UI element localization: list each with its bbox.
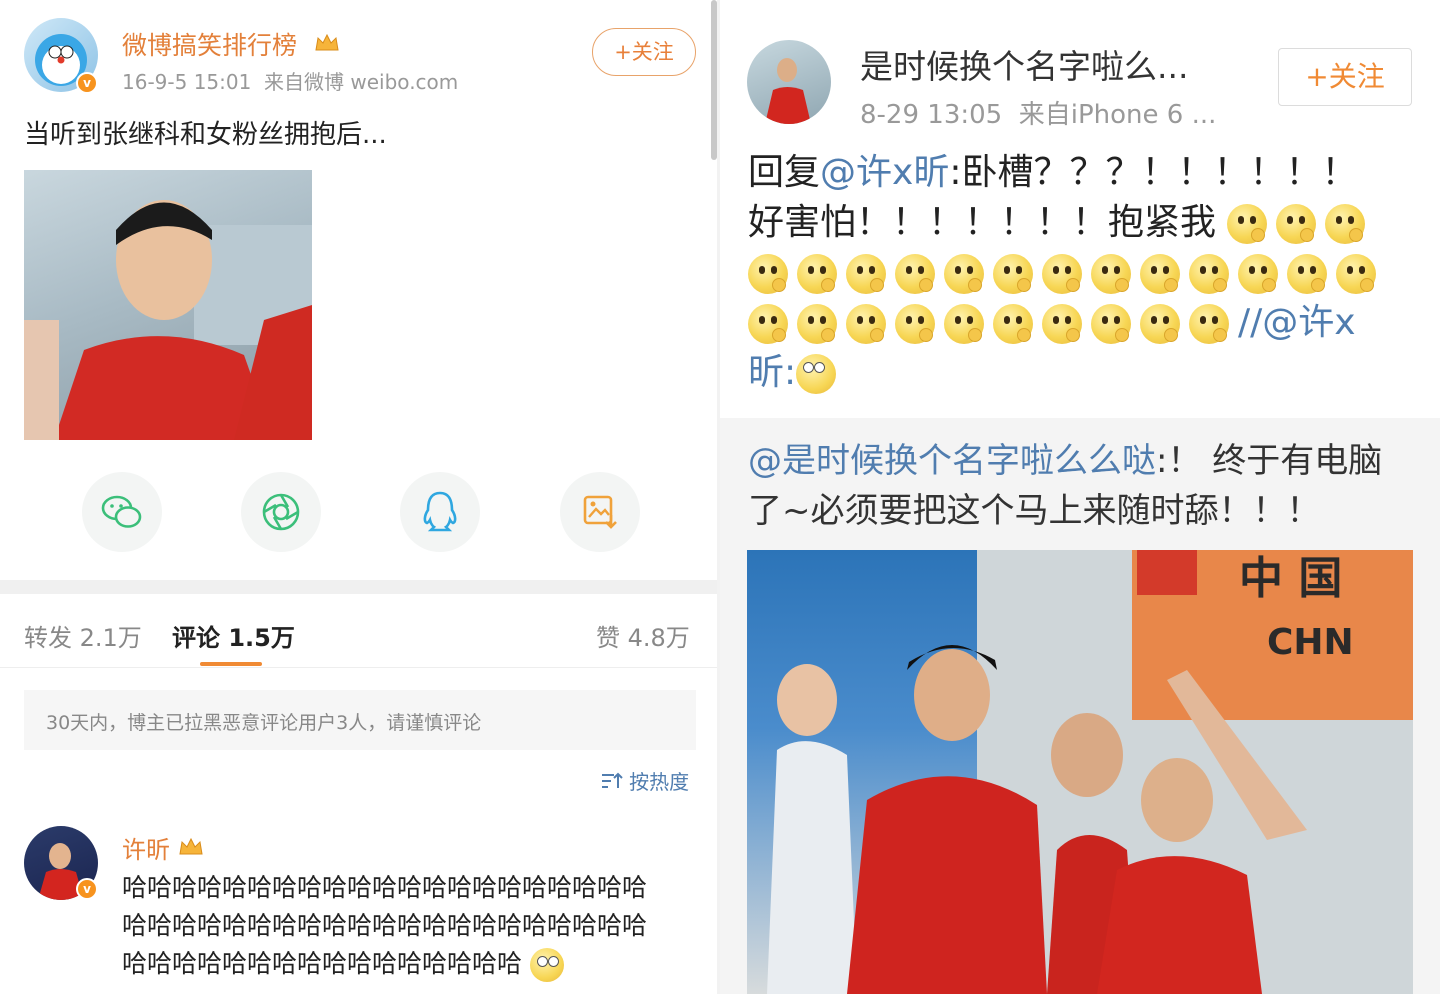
right-post-meta: 8-29 13:05 来自iPhone 6 ... xyxy=(860,100,1217,130)
share-wechat-button[interactable] xyxy=(82,472,162,552)
tab-like[interactable]: 赞 4.8万 xyxy=(596,618,690,653)
thinking-emoji-icon xyxy=(944,254,984,294)
commenter-name[interactable]: 许昕 xyxy=(122,830,170,865)
forward-mention-link[interactable]: //@许x xyxy=(1238,302,1356,343)
tab-comment[interactable]: 评论 1.5万 xyxy=(172,618,295,653)
commenter-verified-badge-icon: v xyxy=(76,878,98,900)
moments-icon xyxy=(262,493,300,531)
sort-button[interactable]: 按热度 xyxy=(600,766,689,796)
wechat-icon xyxy=(101,495,142,528)
save-image-icon xyxy=(583,495,617,529)
eye-roll-emoji-icon xyxy=(529,948,564,982)
thinking-emoji-icon xyxy=(895,254,935,294)
right-post-panel: 是时候换个名字啦么... 8-29 13:05 来自iPhone 6 ... +… xyxy=(720,0,1440,994)
reply-line-1: 回复@许x昕:卧槽？？？！！！！！！ xyxy=(748,148,1428,198)
quoted-text: @是时候换个名字啦么么哒:！ 终于有电脑 了~必须要把这个马上来随时舔！！！ xyxy=(748,436,1382,536)
quoted-text-2: 了~必须要把这个马上来随时舔！！！ xyxy=(748,491,1321,531)
post-meta: 16-9-5 15:01 来自微博 weibo.com xyxy=(122,70,459,94)
emoji-row-2: //@许x xyxy=(748,298,1428,348)
thinking-emoji-icon xyxy=(1091,254,1131,294)
banner-text: 中 国 xyxy=(1239,553,1343,604)
thinking-emoji-icon xyxy=(1189,304,1229,344)
thinking-emoji-icon xyxy=(1091,304,1131,344)
comment-line-2: 哈哈哈哈哈哈哈哈哈哈哈哈哈哈哈哈哈哈哈哈哈 xyxy=(122,911,648,940)
reply-body: 回复@许x昕:卧槽？？？！！！！！！ 好害怕！！！！！！！抱紧我 //@许x 昕… xyxy=(748,148,1428,398)
emoji-row-1 xyxy=(748,248,1428,298)
eye-roll-emoji-icon xyxy=(796,354,837,394)
thinking-emoji-icon xyxy=(1042,254,1082,294)
quoted-image[interactable]: 中 国 CHN xyxy=(747,550,1413,994)
quoted-post[interactable]: @是时候换个名字啦么么哒:！ 终于有电脑 了~必须要把这个马上来随时舔！！！ 中… xyxy=(720,418,1440,994)
thinking-emoji-icon xyxy=(846,304,886,344)
tab-repost[interactable]: 转发 2.1万 xyxy=(24,618,142,653)
thinking-emoji-icon xyxy=(1276,204,1317,244)
thinking-emoji-icon xyxy=(895,304,935,344)
comment-notice: 30天内，博主已拉黑恶意评论用户3人，请谨慎评论 xyxy=(24,690,696,750)
reply-mention-link[interactable]: @许x昕 xyxy=(820,152,949,193)
right-author-avatar[interactable] xyxy=(747,40,831,124)
scrollbar[interactable] xyxy=(711,0,717,160)
left-post-panel: v 微博搞笑排行榜 16-9-5 15:01 来自微博 weibo.com +关… xyxy=(0,0,718,994)
author-name[interactable]: 微博搞笑排行榜 xyxy=(122,26,297,62)
section-separator xyxy=(0,580,718,594)
sort-icon xyxy=(600,771,624,791)
thinking-emoji-icon xyxy=(1140,254,1180,294)
reply-line-2: 好害怕！！！！！！！抱紧我 xyxy=(748,198,1428,248)
thinking-emoji-icon xyxy=(1238,254,1278,294)
forward-mention-tail[interactable]: 昕: xyxy=(748,352,796,393)
thinking-emoji-icon xyxy=(993,254,1033,294)
tab-active-indicator xyxy=(200,662,262,666)
thinking-emoji-icon xyxy=(1042,304,1082,344)
crown-icon xyxy=(314,32,340,54)
thinking-emoji-icon xyxy=(1140,304,1180,344)
share-moments-button[interactable] xyxy=(241,472,321,552)
thinking-emoji-icon xyxy=(748,304,788,344)
commenter-crown-icon xyxy=(178,836,204,858)
thinking-emoji-icon xyxy=(1227,204,1268,244)
right-author-name[interactable]: 是时候换个名字啦么... xyxy=(860,40,1188,88)
quoted-text-1: :！ 终于有电脑 xyxy=(1156,441,1383,481)
reply-prefix: 回复 xyxy=(748,152,821,193)
right-follow-button[interactable]: +关注 xyxy=(1278,48,1412,106)
follow-button[interactable]: +关注 xyxy=(592,28,696,76)
thinking-emoji-icon xyxy=(797,254,837,294)
thinking-emoji-icon xyxy=(748,254,788,294)
comment-line-3: 哈哈哈哈哈哈哈哈哈哈哈哈哈哈哈哈 xyxy=(122,944,564,982)
thinking-emoji-icon xyxy=(1287,254,1327,294)
quoted-mention-link[interactable]: @是时候换个名字啦么么哒 xyxy=(748,441,1156,481)
banner-code: CHN xyxy=(1267,622,1354,663)
thinking-emoji-icon xyxy=(993,304,1033,344)
notice-text: 30天内，博主已拉黑恶意评论用户3人，请谨慎评论 xyxy=(46,712,482,734)
post-image[interactable] xyxy=(24,170,312,440)
qq-icon xyxy=(423,491,457,532)
thinking-emoji-icon xyxy=(944,304,984,344)
reply-text: :卧槽？？？！！！！！！ xyxy=(949,152,1358,193)
reply-line-5: 昕: xyxy=(748,348,1428,398)
sort-label: 按热度 xyxy=(629,770,690,794)
comment-line-3-text: 哈哈哈哈哈哈哈哈哈哈哈哈哈哈哈哈 xyxy=(122,949,523,978)
reply-line-2-text: 好害怕！！！！！！！抱紧我 xyxy=(748,202,1217,243)
comment-line-1: 哈哈哈哈哈哈哈哈哈哈哈哈哈哈哈哈哈哈哈哈哈 xyxy=(122,873,648,902)
interaction-tabs: 转发 2.1万 评论 1.5万 赞 4.8万 xyxy=(0,596,718,668)
save-image-button[interactable] xyxy=(560,472,640,552)
share-qq-button[interactable] xyxy=(400,472,480,552)
thinking-emoji-icon xyxy=(797,304,837,344)
verified-badge-icon: v xyxy=(76,72,98,94)
thinking-emoji-icon xyxy=(1325,204,1366,244)
post-text: 当听到张继科和女粉丝拥抱后... xyxy=(24,120,387,150)
thinking-emoji-icon xyxy=(1189,254,1229,294)
thinking-emoji-icon xyxy=(1336,254,1376,294)
thinking-emoji-icon xyxy=(846,254,886,294)
